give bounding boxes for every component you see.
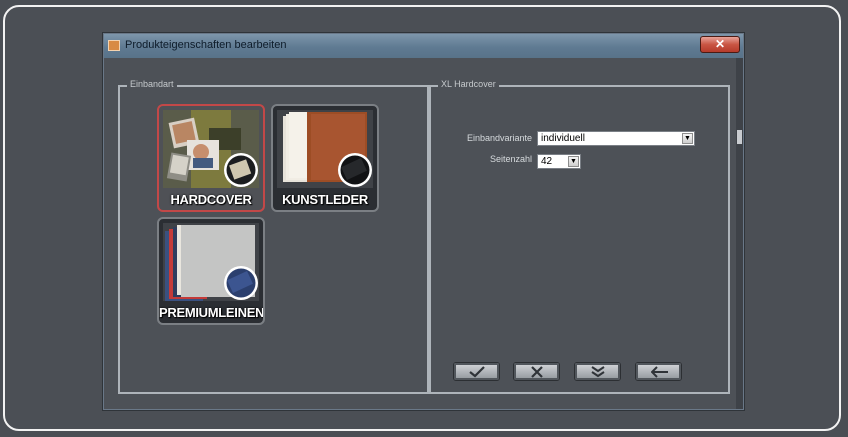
back-arrow-icon xyxy=(651,366,668,378)
einbandart-panel: Einbandart HARDCOVER KUNSTLEDER PREMIUML… xyxy=(118,79,429,394)
chevrons-down-icon xyxy=(591,366,605,378)
confirm-button[interactable] xyxy=(453,362,500,381)
close-button[interactable]: ✕ xyxy=(700,36,740,53)
kunstleder-label: KUNSTLEDER xyxy=(282,192,368,207)
tile-kunstleder[interactable]: KUNSTLEDER xyxy=(271,104,379,212)
xl-hardcover-panel: XL Hardcover Einbandvariante individuell… xyxy=(429,79,730,394)
tile-hardcover[interactable]: HARDCOVER xyxy=(157,104,265,212)
back-button[interactable] xyxy=(635,362,682,381)
hardcover-image xyxy=(163,110,259,188)
chevron-down-icon[interactable]: ▼ xyxy=(568,156,579,167)
xl-hardcover-legend: XL Hardcover xyxy=(438,79,499,89)
checkmark-icon xyxy=(469,366,485,378)
cross-icon xyxy=(531,366,543,378)
cancel-button[interactable] xyxy=(513,362,560,381)
tile-premiumleinen[interactable]: PREMIUMLEINEN xyxy=(157,217,265,325)
seitenzahl-label: Seitenzahl xyxy=(489,154,532,164)
dialog-window: Produkteigenschaften bearbeiten ✕ Einban… xyxy=(103,33,744,410)
kunstleder-image xyxy=(277,110,373,188)
premiumleinen-image xyxy=(163,223,259,301)
einbandvariante-label: Einbandvariante xyxy=(466,133,532,143)
premiumleinen-label: PREMIUMLEINEN xyxy=(159,305,265,320)
hardcover-label: HARDCOVER xyxy=(170,192,252,207)
scrollbar-thumb[interactable] xyxy=(737,130,742,144)
einbandvariante-value: individuell xyxy=(541,133,585,144)
app-icon xyxy=(108,40,120,51)
seitenzahl-value: 42 xyxy=(541,156,553,167)
window-title: Produkteigenschaften bearbeiten xyxy=(125,39,287,51)
chevron-down-icon[interactable]: ▼ xyxy=(682,133,693,144)
seitenzahl-select[interactable]: 42 ▼ xyxy=(537,154,581,169)
einbandvariante-select[interactable]: individuell ▼ xyxy=(537,131,695,146)
scrollbar[interactable] xyxy=(736,58,743,409)
titlebar: Produkteigenschaften bearbeiten ✕ xyxy=(104,34,743,58)
next-button[interactable] xyxy=(574,362,621,381)
einbandart-legend: Einbandart xyxy=(127,79,177,89)
